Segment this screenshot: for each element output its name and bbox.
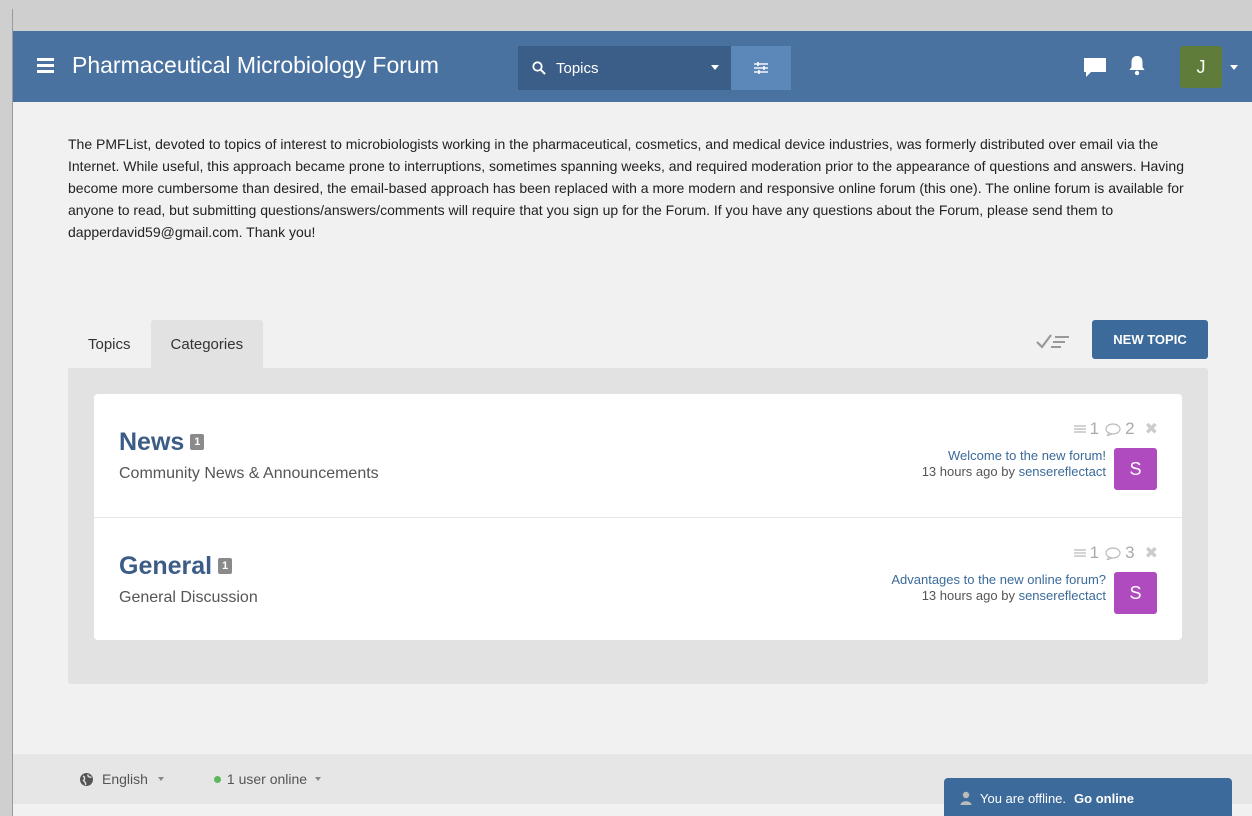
latest-post-meta: 13 hours ago by sensereflectact: [922, 464, 1106, 480]
latest-post-title[interactable]: Advantages to the new online forum?: [891, 572, 1106, 588]
search-bar: Topics: [518, 46, 791, 90]
offline-status-bar: You are offline. Go online: [944, 778, 1232, 816]
chat-icon[interactable]: [1082, 56, 1108, 83]
forum-intro-text: The PMFList, devoted to topics of intere…: [68, 136, 1184, 240]
user-avatar-menu[interactable]: J: [1180, 46, 1222, 88]
language-label: English: [102, 771, 148, 787]
unread-count-badge: 1: [218, 558, 233, 574]
bell-icon[interactable]: [1128, 54, 1146, 81]
close-icon[interactable]: ✖: [1145, 543, 1158, 563]
list-icon: [1073, 425, 1086, 433]
mark-read-icon[interactable]: [1035, 331, 1071, 356]
comment-icon: [1105, 422, 1121, 436]
categories-panel: News 1 Community News & Announcements 1: [68, 368, 1208, 684]
latest-post: Advantages to the new online forum? 13 h…: [891, 572, 1106, 604]
latest-post: Welcome to the new forum! 13 hours ago b…: [922, 448, 1106, 480]
avatar[interactable]: S: [1114, 572, 1157, 614]
latest-post-author[interactable]: sensereflectact: [1019, 464, 1106, 479]
latest-post-author[interactable]: sensereflectact: [1019, 588, 1106, 603]
post-count-value: 3: [1125, 543, 1135, 562]
hamburger-icon[interactable]: [37, 58, 54, 73]
forum-window: Pharmaceutical Microbiology Forum Topics: [12, 9, 1252, 816]
category-description: General Discussion: [119, 589, 258, 606]
user-icon: [960, 791, 972, 805]
search-scope-label: Topics: [556, 59, 599, 77]
sliders-icon: [754, 62, 768, 74]
category-description: Community News & Announcements: [119, 465, 379, 482]
post-count: 2: [1105, 419, 1135, 439]
topic-count-value: 1: [1089, 543, 1100, 562]
latest-post-time: 13 hours ago by: [921, 588, 1015, 603]
topic-count: 1: [1073, 543, 1100, 563]
topic-count-value: 1: [1089, 419, 1100, 438]
chevron-down-icon: [711, 65, 719, 70]
unread-count-badge: 1: [190, 434, 205, 450]
chevron-down-icon: [315, 777, 322, 781]
new-topic-button[interactable]: NEW TOPIC: [1092, 320, 1208, 359]
offline-message: You are offline.: [980, 790, 1067, 806]
category-name[interactable]: General: [119, 552, 212, 580]
tab-categories[interactable]: Categories: [150, 320, 264, 368]
latest-post-meta: 13 hours ago by sensereflectact: [891, 588, 1106, 604]
comment-icon: [1105, 546, 1121, 560]
category-title[interactable]: News 1: [119, 428, 205, 457]
users-online-label: 1 user online: [226, 771, 308, 787]
category-row-news: News 1 Community News & Announcements 1: [94, 394, 1182, 517]
search-icon: [532, 61, 546, 75]
language-selector[interactable]: English: [79, 771, 164, 787]
search-options-button[interactable]: [731, 46, 791, 90]
tab-topics[interactable]: Topics: [68, 320, 151, 368]
list-icon: [1073, 549, 1086, 557]
globe-icon: [80, 772, 93, 786]
top-navbar: Pharmaceutical Microbiology Forum Topics: [13, 9, 1252, 102]
category-list: News 1 Community News & Announcements 1: [94, 394, 1182, 640]
post-count: 3: [1105, 543, 1135, 563]
chevron-down-icon[interactable]: [1230, 65, 1238, 70]
topic-count: 1: [1073, 419, 1100, 439]
view-tabs: Topics Categories: [68, 320, 264, 368]
category-stats: 1 3 ✖: [1073, 543, 1158, 563]
close-icon[interactable]: ✖: [1145, 419, 1158, 439]
avatar[interactable]: S: [1114, 448, 1157, 490]
category-stats: 1 2 ✖: [1073, 419, 1158, 439]
category-row-general: General 1 General Discussion 1 3 ✖ Advan…: [94, 517, 1182, 640]
online-status-dot: [213, 775, 221, 783]
latest-post-time: 13 hours ago by: [921, 464, 1015, 479]
chevron-down-icon: [157, 777, 164, 781]
search-scope-dropdown[interactable]: Topics: [518, 46, 731, 90]
latest-post-title[interactable]: Welcome to the new forum!: [922, 448, 1106, 464]
users-online-selector[interactable]: 1 user online: [213, 771, 322, 787]
category-name[interactable]: News: [119, 428, 184, 456]
site-title[interactable]: Pharmaceutical Microbiology Forum: [72, 52, 439, 79]
post-count-value: 2: [1125, 419, 1135, 438]
category-title[interactable]: General 1: [119, 552, 233, 581]
go-online-button[interactable]: Go online: [1074, 791, 1134, 806]
